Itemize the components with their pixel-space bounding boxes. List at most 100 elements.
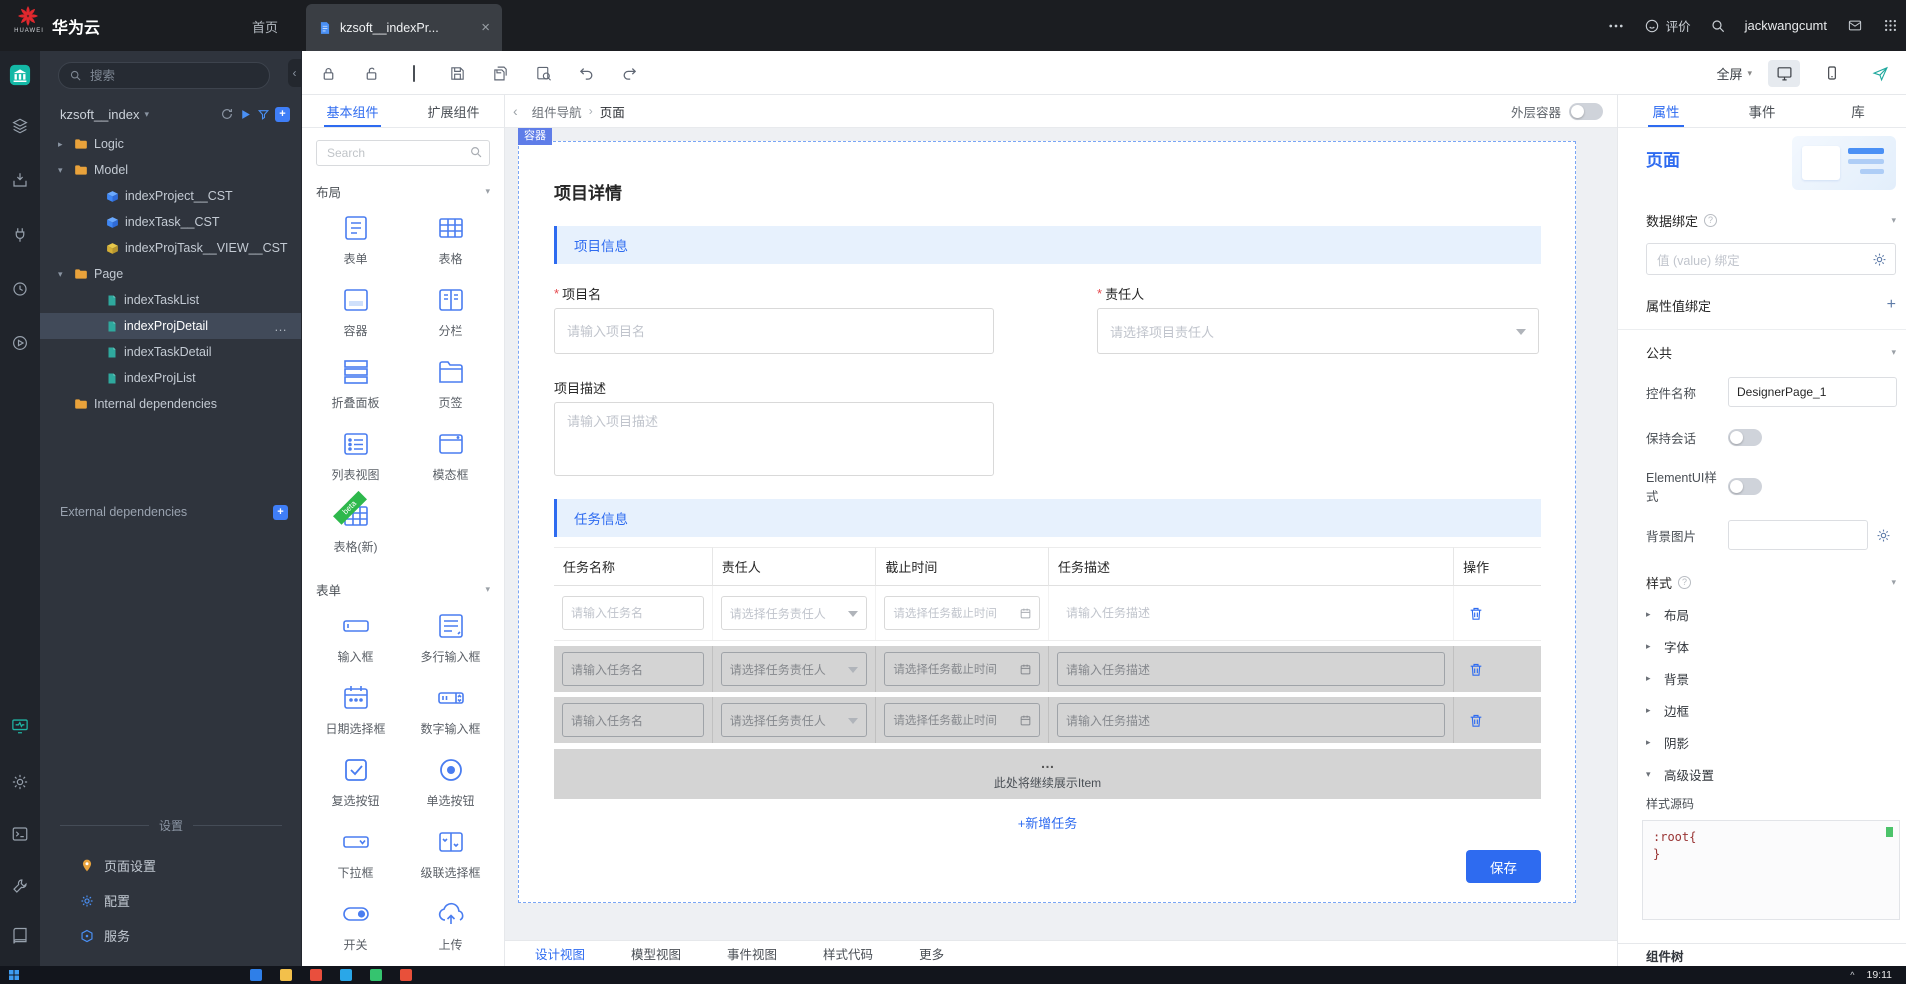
property-value-binding-row[interactable]: 属性值绑定 +: [1646, 295, 1896, 315]
studio-logo-icon[interactable]: [9, 64, 31, 86]
project-info-section-header[interactable]: 项目信息: [554, 226, 1541, 264]
palette-item-textarea[interactable]: 多行输入框: [403, 602, 498, 674]
palette-item-upload[interactable]: 上传: [403, 890, 498, 962]
palette-item-table-new[interactable]: beta 表格(新): [308, 491, 403, 564]
breadcrumb-current[interactable]: 页面: [600, 102, 625, 121]
sidebar-item-indextasklist[interactable]: indexTaskList: [40, 287, 301, 313]
sidebar-item-logic[interactable]: ▸ Logic: [40, 131, 301, 157]
palette-item-modal[interactable]: 模态框: [403, 420, 498, 492]
username[interactable]: jackwangcumt: [1745, 18, 1827, 33]
page-settings-item[interactable]: 页面设置: [40, 848, 301, 883]
docs-icon[interactable]: [11, 927, 29, 945]
palette-item-switch[interactable]: 开关: [308, 890, 403, 962]
tab-design-view[interactable]: 设计视图: [535, 944, 585, 963]
desktop-view-button[interactable]: [1768, 59, 1800, 87]
task-name-input[interactable]: 请输入任务名: [562, 652, 704, 686]
help-icon[interactable]: ?: [1704, 213, 1718, 227]
item-more-icon[interactable]: …: [274, 319, 288, 334]
sidebar-item-page[interactable]: ▾ Page: [40, 261, 301, 287]
palette-item-input[interactable]: 输入框: [308, 602, 403, 674]
palette-item-container[interactable]: 容器: [308, 276, 403, 348]
app-grid-icon[interactable]: [1883, 18, 1898, 33]
publish-icon[interactable]: [1864, 60, 1896, 87]
refresh-icon[interactable]: [220, 107, 234, 121]
tab-library[interactable]: 库: [1810, 95, 1906, 127]
add-icon[interactable]: +: [275, 106, 290, 122]
outer-container-toggle[interactable]: [1569, 102, 1603, 120]
filter-icon[interactable]: [257, 108, 270, 121]
explorer-search-input[interactable]: [88, 67, 259, 84]
undo-icon[interactable]: [572, 59, 600, 87]
taskbar-app-icon[interactable]: [340, 969, 352, 981]
sidebar-item-indexprojlist[interactable]: indexProjList: [40, 365, 301, 391]
service-item[interactable]: 服务: [40, 918, 301, 953]
page-heading[interactable]: 项目详情: [554, 179, 1541, 203]
task-info-section-header[interactable]: 任务信息: [554, 499, 1541, 537]
container-tag[interactable]: 容器: [518, 128, 552, 145]
style-source-code[interactable]: :root{ }: [1653, 829, 1889, 863]
description-textarea[interactable]: [554, 402, 994, 476]
start-button[interactable]: [8, 969, 20, 981]
clock[interactable]: 19:11: [1867, 969, 1893, 981]
project-name[interactable]: kzsoft__index: [60, 107, 140, 122]
style-source-editor[interactable]: :root{ }: [1642, 820, 1900, 920]
help-icon[interactable]: ?: [1678, 575, 1692, 589]
task-desc-input[interactable]: 请输入任务描述: [1057, 652, 1446, 686]
sidebar-item-model[interactable]: ▾ Model: [40, 157, 301, 183]
tab-event-view[interactable]: 事件视图: [727, 944, 777, 963]
palette-item-checkbox[interactable]: 复选按钮: [308, 746, 403, 818]
owner-select[interactable]: 请选择项目责任人: [1097, 308, 1539, 354]
redo-icon[interactable]: [615, 59, 643, 87]
tab-events[interactable]: 事件: [1714, 95, 1810, 127]
task-owner-select[interactable]: 请选择任务责任人: [720, 703, 868, 737]
config-item[interactable]: 配置: [40, 883, 301, 918]
palette-item-table[interactable]: 表格: [403, 204, 498, 276]
taskbar-app-icon[interactable]: [400, 969, 412, 981]
more-menu-icon[interactable]: [1607, 17, 1625, 35]
section-layout[interactable]: 布局 ▾: [302, 180, 504, 202]
run-icon[interactable]: [239, 108, 252, 121]
project-name-input[interactable]: [554, 308, 994, 354]
save-button[interactable]: 保存: [1466, 850, 1541, 883]
fullscreen-button[interactable]: 全屏 ▾: [1716, 64, 1752, 83]
palette-item-select[interactable]: 下拉框: [308, 818, 403, 890]
tab-more[interactable]: 更多: [919, 944, 944, 963]
task-owner-select[interactable]: 请选择任务责任人: [720, 652, 868, 686]
add-binding-icon[interactable]: +: [1887, 297, 1896, 313]
bg-image-input[interactable]: [1728, 520, 1868, 550]
palette-item-date-picker[interactable]: 日期选择框: [308, 674, 403, 746]
palette-item-columns[interactable]: 分栏: [403, 276, 498, 348]
delete-task-icon[interactable]: [1468, 605, 1484, 622]
tab-basic-components[interactable]: 基本组件: [302, 95, 403, 127]
tab-model-view[interactable]: 模型视图: [631, 944, 681, 963]
style-group-shadow[interactable]: ▸ 阴影: [1646, 726, 1896, 758]
style-section[interactable]: 样式 ? ▾: [1646, 572, 1896, 592]
install-icon[interactable]: [11, 171, 29, 189]
caret-down-icon[interactable]: ▾: [58, 269, 68, 280]
style-group-advanced[interactable]: ▾ 高级设置: [1646, 758, 1896, 790]
caret-right-icon[interactable]: ▸: [58, 139, 68, 150]
tab-extended-components[interactable]: 扩展组件: [403, 95, 504, 127]
chevron-down-icon[interactable]: ▾: [145, 109, 150, 120]
sidebar-item-indexprojdetail[interactable]: indexProjDetail …: [40, 313, 301, 339]
style-group-font[interactable]: ▸ 字体: [1646, 630, 1896, 662]
caret-down-icon[interactable]: ▾: [58, 165, 68, 176]
tray-expand-icon[interactable]: ^: [1850, 970, 1854, 980]
style-group-layout[interactable]: ▸ 布局: [1646, 598, 1896, 630]
mobile-view-button[interactable]: [1816, 60, 1848, 87]
value-binding-field[interactable]: 值 (value) 绑定: [1646, 243, 1896, 275]
lock-icon[interactable]: [314, 59, 342, 87]
task-deadline-picker[interactable]: 请选择任务截止时间: [884, 652, 1041, 686]
search-icon[interactable]: [1710, 18, 1726, 34]
component-tree-bar[interactable]: 组件树: [1618, 943, 1906, 966]
sidebar-item-indexproject-cst[interactable]: indexProject__CST: [40, 183, 301, 209]
elementui-toggle[interactable]: [1728, 477, 1762, 495]
task-name-input[interactable]: 请输入任务名: [562, 703, 704, 737]
history-icon[interactable]: [11, 280, 29, 298]
unlock-icon[interactable]: [357, 59, 385, 87]
palette-item-form[interactable]: 表单: [308, 204, 403, 276]
sidebar-item-internal-dependencies[interactable]: Internal dependencies: [40, 391, 301, 417]
delete-task-icon[interactable]: [1468, 661, 1484, 678]
palette-item-list-view[interactable]: 列表视图: [308, 420, 403, 492]
wrench-icon[interactable]: [11, 877, 29, 895]
